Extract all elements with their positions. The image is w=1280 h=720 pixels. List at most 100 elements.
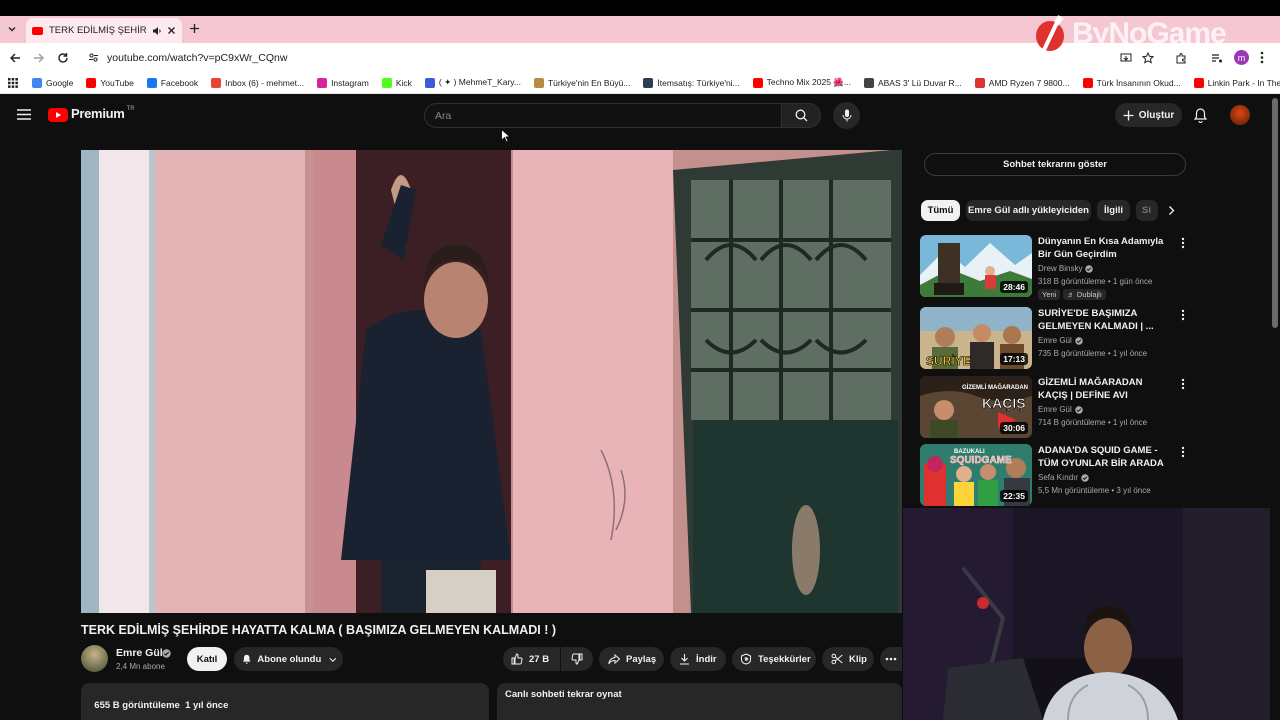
back-icon[interactable] <box>9 52 21 64</box>
download-label: İndir <box>696 653 717 665</box>
active-tab[interactable]: TERK EDİLMİŞ ŞEHİRDE HA <box>26 18 182 43</box>
bookmark-label: AMD Ryzen 7 9800... <box>988 77 1070 88</box>
join-button[interactable]: Katıl <box>187 647 227 671</box>
video-thumbnail[interactable]: 28:46 <box>920 235 1032 297</box>
recommendation-channel[interactable]: Sefa Kındır <box>1038 473 1089 482</box>
download-button[interactable]: İndir <box>670 647 726 671</box>
microphone-icon <box>842 109 851 122</box>
video-player[interactable] <box>81 150 902 613</box>
bookmark-item[interactable]: YouTube <box>86 77 134 88</box>
video-thumbnail[interactable]: SURİYE 17:13 <box>920 307 1032 369</box>
super-thanks-icon <box>741 653 751 665</box>
bookmark-favicon-icon <box>86 77 97 88</box>
more-actions-button[interactable] <box>880 647 902 671</box>
chip-all[interactable]: Tümü <box>921 200 960 221</box>
recommendation-title[interactable]: GİZEMLİ MAĞARADAN KAÇIŞ | DEFİNE AVI <box>1038 376 1170 402</box>
webcam-overlay <box>903 508 1280 720</box>
recommendation-channel[interactable]: Emre Gül <box>1038 405 1083 414</box>
bookmark-item[interactable]: Inbox (6) - mehmet... <box>211 77 304 88</box>
share-button[interactable]: Paylaş <box>599 647 664 671</box>
chip-partial[interactable]: Si <box>1136 200 1158 221</box>
youtube-favicon-icon <box>32 26 43 35</box>
youtube-logo[interactable]: Premium TR <box>48 106 135 123</box>
notifications-bell-icon[interactable] <box>1194 108 1207 123</box>
youtube-play-icon <box>48 108 68 122</box>
bookmark-item[interactable]: ABAS 3' Lü Duvar R... <box>863 77 962 88</box>
share-label: Paylaş <box>626 653 657 665</box>
bookmark-item[interactable]: AMD Ryzen 7 9800... <box>974 77 1070 88</box>
bookmark-favicon-icon <box>317 77 328 88</box>
video-thumbnail[interactable]: GİZEMLİ MAĞARADAN KAÇIŞ 30:06 <box>920 376 1032 438</box>
bookmark-item[interactable]: Türk İnsanının Okud... <box>1082 77 1181 88</box>
subscribed-button[interactable]: Abone olundu <box>234 647 343 671</box>
share-icon <box>608 653 620 664</box>
search-input[interactable]: Ara <box>424 103 782 128</box>
bookmark-item[interactable]: Linkin Park - In The... <box>1193 77 1280 88</box>
more-options-icon[interactable] <box>1181 237 1185 249</box>
bookmark-item[interactable]: ( ✦ ) MehmeT_Kary... <box>424 77 521 88</box>
recommendation-channel[interactable]: Emre Gül <box>1038 336 1083 345</box>
like-button[interactable]: 27 B <box>503 647 560 671</box>
scrollbar-thumb[interactable] <box>1272 98 1278 328</box>
bookmark-label: Kick <box>395 77 412 88</box>
bookmark-label: Techno Mix 2025 🌺... <box>766 77 851 87</box>
speaker-icon[interactable] <box>152 26 162 36</box>
apps-grid-icon[interactable] <box>8 77 18 88</box>
voice-search-button[interactable] <box>833 102 860 129</box>
list-item[interactable]: GİZEMLİ MAĞARADAN KAÇIŞ 30:06 GİZEMLİ MA… <box>920 376 1185 438</box>
browser-menu-icon[interactable] <box>1260 51 1264 64</box>
list-item[interactable]: SURİYE 17:13 SURİYE'DE BAŞIMIZA GELMEYEN… <box>920 307 1185 369</box>
address-bar[interactable]: youtube.com/watch?v=pC9xWr_CQnw <box>78 46 1128 69</box>
chip-from-uploader[interactable]: Emre Gül adlı yükleyiciden <box>966 200 1091 221</box>
video-thumbnail[interactable]: BAZUKALI SQUIDGAME 22:35 <box>920 444 1032 506</box>
bookmark-item[interactable]: Instagram <box>317 77 369 88</box>
bookmark-item[interactable]: Türkiye'nin En Büyü... <box>533 77 631 88</box>
verified-icon <box>1075 336 1083 345</box>
new-tab-icon[interactable] <box>189 23 200 34</box>
search-button[interactable] <box>781 103 821 128</box>
list-item[interactable]: 28:46 Dünyanın En Kısa Adamıyla Bir Gün … <box>920 235 1185 300</box>
clip-button[interactable]: Klip <box>822 647 874 671</box>
close-tab-icon[interactable] <box>167 26 176 35</box>
verified-icon <box>1081 473 1089 482</box>
mouse-cursor-icon <box>501 129 510 143</box>
bookmark-item[interactable]: Kick <box>381 77 412 88</box>
dislike-button[interactable] <box>561 647 593 671</box>
bookmark-item[interactable]: Techno Mix 2025 🌺... <box>752 77 851 88</box>
bookmark-item[interactable]: Google <box>32 77 73 88</box>
url-text[interactable]: youtube.com/watch?v=pC9xWr_CQnw <box>107 52 287 64</box>
recommendation-title[interactable]: ADANA'DA SQUID GAME - TÜM OYUNLAR BİR AR… <box>1038 444 1170 470</box>
hamburger-menu-icon[interactable] <box>17 109 31 120</box>
bookmark-favicon-icon <box>146 77 157 88</box>
bookmark-item[interactable]: Facebook <box>146 77 198 88</box>
description-box[interactable]: 655 B görüntüleme 1 yıl önce <box>81 683 489 720</box>
recommendation-channel[interactable]: Drew Binsky <box>1038 264 1094 273</box>
bookmark-label: Türkiye'nin En Büyü... <box>547 77 631 88</box>
profile-avatar[interactable]: m <box>1234 50 1249 65</box>
create-label: Oluştur <box>1138 109 1175 121</box>
recommendation-title[interactable]: SURİYE'DE BAŞIMIZA GELMEYEN KALMADI | ..… <box>1038 307 1170 333</box>
bookmark-label: Inbox (6) - mehmet... <box>225 77 305 88</box>
account-avatar[interactable] <box>1230 105 1250 125</box>
more-options-icon[interactable] <box>1181 378 1185 390</box>
reload-icon[interactable] <box>57 52 69 64</box>
recommendation-title[interactable]: Dünyanın En Kısa Adamıyla Bir Gün Geçird… <box>1038 235 1170 261</box>
bookmark-item[interactable]: İtemsatış: Türkiye'ni... <box>643 77 740 88</box>
chips-next-chevron-icon[interactable] <box>1167 205 1176 216</box>
chat-replay-box[interactable]: Canlı sohbeti tekrar oynat <box>497 683 902 720</box>
page-scrollbar[interactable] <box>1270 94 1280 720</box>
channel-name[interactable]: Emre Gül <box>116 647 163 659</box>
badge-row: Yeni ♬ Dublajlı <box>1038 289 1109 300</box>
list-item[interactable]: BAZUKALI SQUIDGAME 22:35 ADANA'DA SQUID … <box>920 444 1185 506</box>
thanks-button[interactable]: Teşekkürler <box>732 647 816 671</box>
more-options-icon[interactable] <box>1181 446 1185 458</box>
chip-related[interactable]: İlgili <box>1097 200 1130 221</box>
recommendation-meta: 735 B görüntüleme • 1 yıl önce <box>1038 349 1148 358</box>
forward-icon[interactable] <box>33 52 45 64</box>
tab-search-icon[interactable] <box>7 24 17 34</box>
channel-avatar[interactable] <box>81 645 108 672</box>
site-info-icon[interactable] <box>88 52 99 63</box>
more-options-icon[interactable] <box>1181 309 1185 321</box>
show-chat-replay-button[interactable]: Sohbet tekrarını göster <box>924 153 1186 176</box>
create-button[interactable]: Oluştur <box>1115 103 1182 127</box>
